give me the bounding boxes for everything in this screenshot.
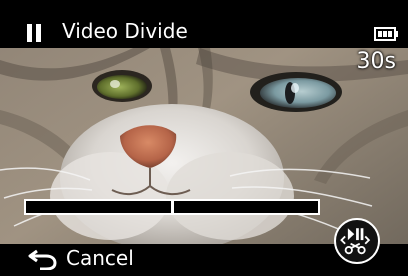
pause-bar-left [27, 24, 32, 42]
playhead-marker[interactable] [171, 201, 174, 213]
divide-scissors-icon [340, 228, 371, 255]
battery-icon [374, 27, 398, 41]
duration-readout: 30s [356, 49, 396, 74]
divide-button[interactable] [334, 218, 380, 264]
progress-bar[interactable] [24, 199, 320, 215]
video-divide-screen: Video Divide 30s Cancel [0, 0, 408, 276]
return-arrow-icon[interactable] [28, 248, 58, 270]
pause-bar-right [36, 24, 41, 42]
cancel-button[interactable]: Cancel [66, 246, 134, 270]
pause-icon[interactable] [27, 24, 41, 42]
page-title: Video Divide [62, 19, 188, 43]
